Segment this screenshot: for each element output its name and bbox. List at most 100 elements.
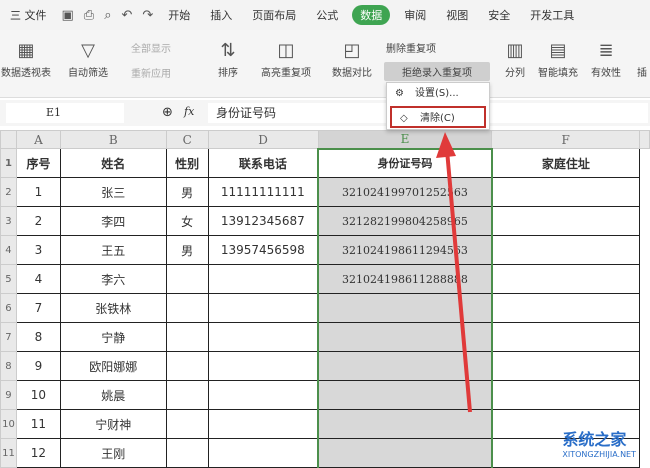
cell-address[interactable] xyxy=(491,322,640,352)
cell-sex[interactable]: 女 xyxy=(165,206,209,236)
fx-label[interactable]: fx xyxy=(184,105,194,118)
column-header-e[interactable]: E xyxy=(317,130,493,149)
tab-page-layout[interactable]: 页面布局 xyxy=(242,7,306,23)
cell-seq[interactable]: 9 xyxy=(15,351,61,381)
cell-address[interactable] xyxy=(491,293,640,323)
cell-address[interactable] xyxy=(491,380,640,410)
cell-phone[interactable] xyxy=(207,264,319,294)
cell-sex[interactable]: 男 xyxy=(165,235,209,265)
cell-seq[interactable]: 2 xyxy=(15,206,61,236)
cell-name[interactable]: 李四 xyxy=(59,206,167,236)
cell-name[interactable]: 张铁林 xyxy=(59,293,167,323)
cell-sex[interactable] xyxy=(165,409,209,439)
cell-sex[interactable] xyxy=(165,351,209,381)
cell-id[interactable] xyxy=(317,438,493,468)
column-header-d[interactable]: D xyxy=(207,130,319,149)
row-header[interactable]: 1 xyxy=(0,148,17,178)
row-header[interactable]: 4 xyxy=(0,235,17,265)
undo-icon[interactable]: ↶ xyxy=(116,8,137,23)
cell-name[interactable]: 宁静 xyxy=(59,322,167,352)
insert-button[interactable]: 插 xyxy=(634,64,650,79)
menu-item-clear[interactable]: ◇ 清除(C) xyxy=(390,106,486,128)
cell-address[interactable] xyxy=(491,235,640,265)
cell-phone[interactable] xyxy=(207,380,319,410)
row-header[interactable]: 5 xyxy=(0,264,17,294)
cell-seq[interactable]: 10 xyxy=(15,380,61,410)
cell-seq[interactable]: 8 xyxy=(15,322,61,352)
cell-address[interactable] xyxy=(491,351,640,381)
tab-review[interactable]: 审阅 xyxy=(394,7,436,23)
header-cell-id[interactable]: 身份证号码 xyxy=(317,147,493,178)
row-header[interactable]: 2 xyxy=(0,177,17,207)
cell-id[interactable]: 321024198611288888 xyxy=(317,264,493,294)
column-header-b[interactable]: B xyxy=(59,130,167,149)
cell-sex[interactable] xyxy=(165,264,209,294)
cell-phone[interactable]: 11111111111 xyxy=(207,177,319,207)
tab-home[interactable]: 开始 xyxy=(158,7,200,23)
cell-id[interactable] xyxy=(317,322,493,352)
tab-data[interactable]: 数据 xyxy=(352,5,391,25)
column-header-f[interactable]: F xyxy=(491,130,640,149)
cell-sex[interactable] xyxy=(165,438,209,468)
cell-phone[interactable] xyxy=(207,322,319,352)
header-cell-seq[interactable]: 序号 xyxy=(15,148,61,178)
cell-seq[interactable]: 7 xyxy=(15,293,61,323)
row-header[interactable]: 10 xyxy=(0,409,17,439)
cell-phone[interactable] xyxy=(207,293,319,323)
highlight-duplicates-button[interactable]: ◫ 高亮重复项 xyxy=(254,40,318,79)
delete-duplicates-button[interactable]: 删除重复项 xyxy=(386,40,466,55)
tab-developer[interactable]: 开发工具 xyxy=(520,7,584,23)
cell-seq[interactable]: 4 xyxy=(15,264,61,294)
header-cell-sex[interactable]: 性别 xyxy=(165,148,209,178)
cell-id[interactable] xyxy=(317,293,493,323)
cell-address[interactable] xyxy=(491,177,640,207)
cell-seq[interactable]: 12 xyxy=(15,438,61,468)
split-column-button[interactable]: ▥ 分列 xyxy=(500,40,530,79)
reapply-button[interactable]: 重新应用 xyxy=(116,65,186,80)
menu-item-settings[interactable]: ⚙ 设置(S)... xyxy=(387,83,489,105)
cell-id[interactable]: 321024198611294563 xyxy=(317,235,493,265)
cell-sex[interactable]: 男 xyxy=(165,177,209,207)
validity-button[interactable]: ≣ 有效性 xyxy=(584,40,628,79)
row-header[interactable]: 8 xyxy=(0,351,17,381)
cell-name[interactable]: 宁财神 xyxy=(59,409,167,439)
cell-seq[interactable]: 11 xyxy=(15,409,61,439)
cell-id[interactable] xyxy=(317,380,493,410)
row-header[interactable]: 3 xyxy=(0,206,17,236)
cell-seq[interactable]: 3 xyxy=(15,235,61,265)
cell-phone[interactable] xyxy=(207,409,319,439)
row-header[interactable]: 6 xyxy=(0,293,17,323)
smart-fill-button[interactable]: ▤ 智能填充 xyxy=(534,40,582,79)
header-cell-name[interactable]: 姓名 xyxy=(59,148,167,178)
cell-seq[interactable]: 1 xyxy=(15,177,61,207)
show-all-button[interactable]: 全部显示 xyxy=(116,40,186,55)
cell-sex[interactable] xyxy=(165,293,209,323)
cell-address[interactable] xyxy=(491,264,640,294)
autofilter-button[interactable]: ▽ 自动筛选 xyxy=(66,40,110,79)
redo-icon[interactable]: ↷ xyxy=(137,8,158,23)
cell-name[interactable]: 张三 xyxy=(59,177,167,207)
zoom-icon[interactable]: ⊕ xyxy=(162,105,173,120)
tab-security[interactable]: 安全 xyxy=(478,7,520,23)
cell-sex[interactable] xyxy=(165,322,209,352)
cell-name[interactable]: 姚晨 xyxy=(59,380,167,410)
cell-address[interactable] xyxy=(491,206,640,236)
file-menu[interactable]: 三 文件 xyxy=(0,7,57,23)
sort-button[interactable]: ⇅ 排序 xyxy=(212,40,244,79)
column-header-c[interactable]: C xyxy=(165,130,209,149)
cell-name[interactable]: 王刚 xyxy=(59,438,167,468)
row-header[interactable]: 7 xyxy=(0,322,17,352)
header-cell-address[interactable]: 家庭住址 xyxy=(491,148,640,178)
data-compare-button[interactable]: ◰ 数据对比 xyxy=(324,40,380,79)
reject-duplicates-button[interactable]: 拒绝录入重复项 xyxy=(384,62,490,81)
corner[interactable] xyxy=(0,130,17,149)
pivot-table-button[interactable]: ▦ 数据透视表 xyxy=(0,40,52,79)
row-header[interactable]: 11 xyxy=(0,438,17,468)
name-box[interactable]: E1 xyxy=(6,103,124,123)
cell-name[interactable]: 欧阳娜娜 xyxy=(59,351,167,381)
header-cell-phone[interactable]: 联系电话 xyxy=(207,148,319,178)
cell-phone[interactable] xyxy=(207,351,319,381)
tab-insert[interactable]: 插入 xyxy=(200,7,242,23)
cell-phone[interactable]: 13912345687 xyxy=(207,206,319,236)
row-header[interactable]: 9 xyxy=(0,380,17,410)
